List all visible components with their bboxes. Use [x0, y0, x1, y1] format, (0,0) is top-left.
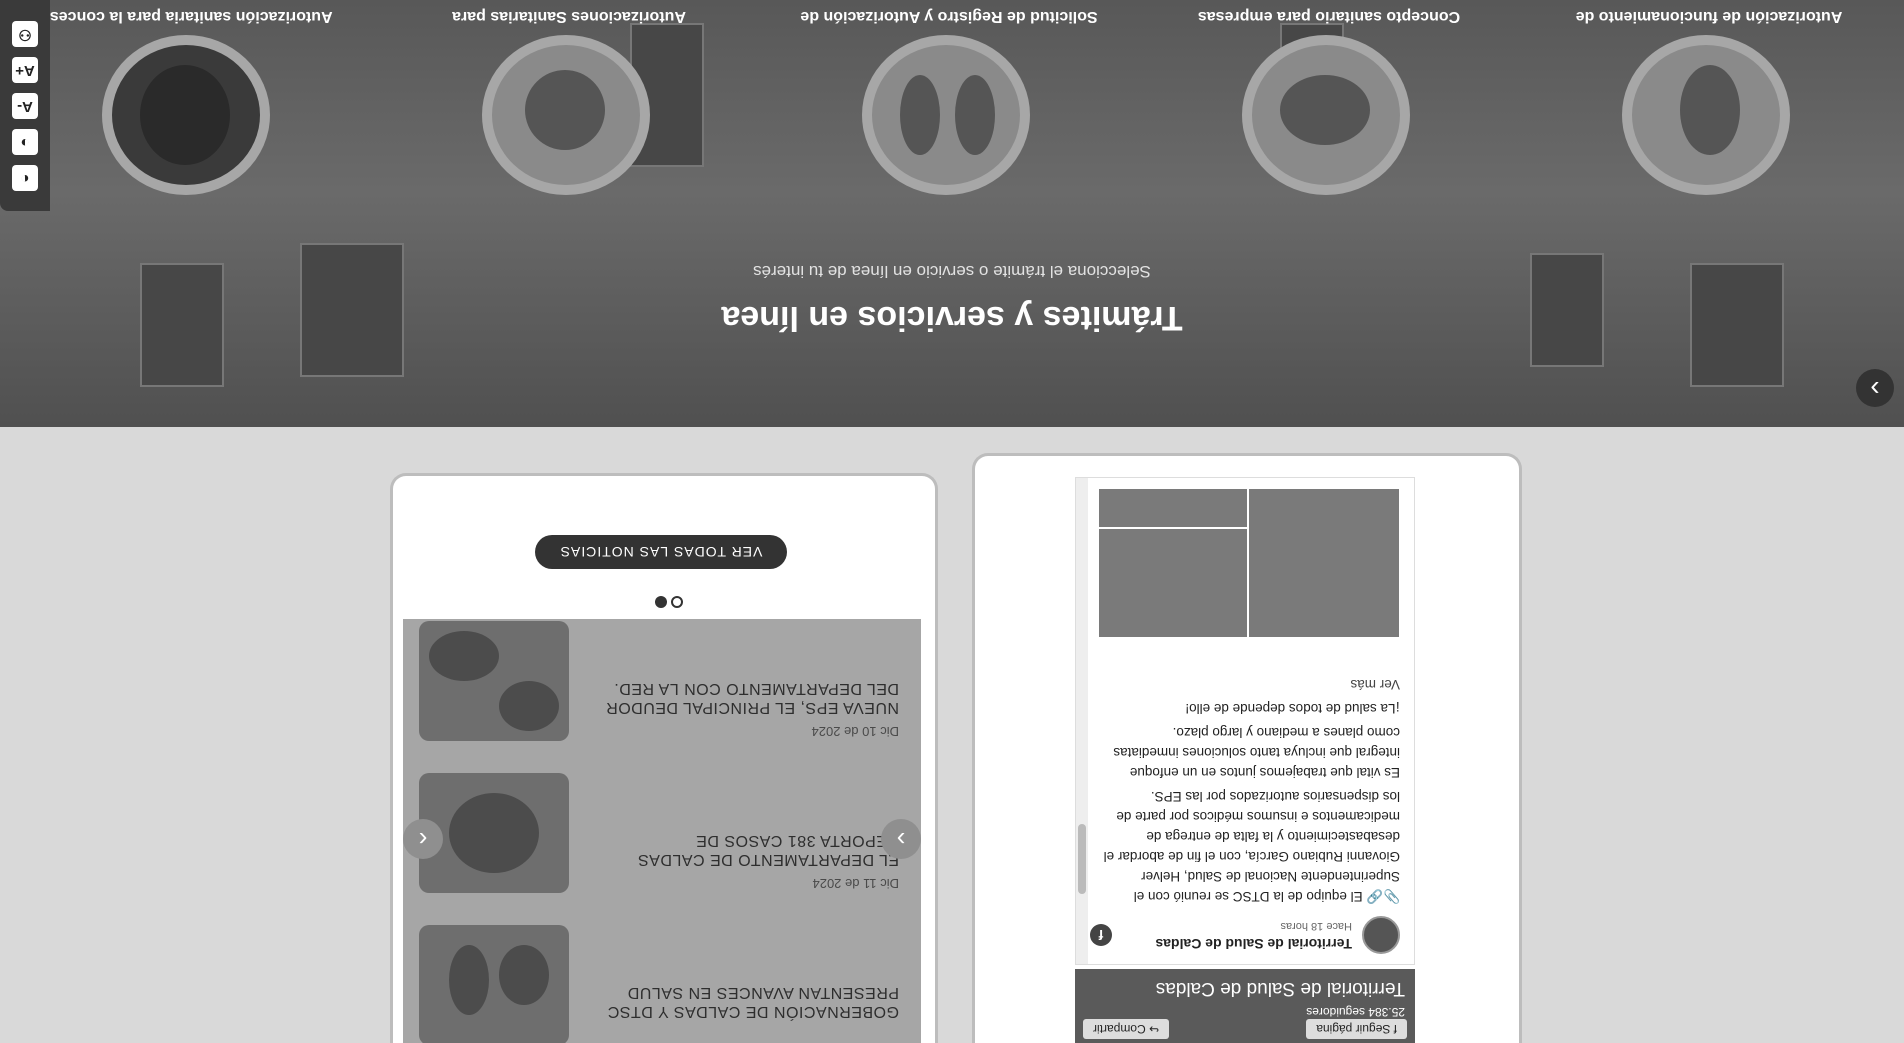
- carousel-dots: [653, 591, 685, 609]
- news-date: Dic 11 de 2024: [812, 876, 900, 891]
- post-photo[interactable]: [1248, 488, 1400, 638]
- accessibility-icon[interactable]: ⚇: [12, 21, 38, 47]
- tramite-card[interactable]: Autorización sanitaria para la concesi: [24, 0, 354, 195]
- facebook-feed[interactable]: Territorial de Salud de Caldas Hace 18 h…: [1075, 477, 1415, 965]
- feed-scrollbar[interactable]: [1076, 478, 1088, 964]
- carousel-dot[interactable]: [671, 596, 683, 608]
- facebook-panel: Territorial de Salud de Caldas 25.384 se…: [972, 453, 1522, 1043]
- follow-page-button[interactable]: f Seguir página: [1306, 1019, 1407, 1039]
- tramite-label[interactable]: Solicitud de Registro y Autorización de: [784, 7, 1114, 25]
- tramite-label[interactable]: Concepto sanitario para empresas: [1164, 7, 1494, 25]
- avatar[interactable]: [1362, 916, 1400, 954]
- news-title[interactable]: NUEVA EPS, EL PRINCIPAL DEUDOR DEL DEPAR…: [599, 679, 899, 717]
- tramite-card[interactable]: Concepto sanitario para empresas: [1164, 0, 1494, 195]
- news-thumbnail[interactable]: [419, 925, 569, 1043]
- facebook-page-name[interactable]: Territorial de Salud de Caldas: [1156, 977, 1405, 999]
- hero-subtitle: Selecciona el trámite o servicio en líne…: [753, 262, 1151, 281]
- tramite-card[interactable]: Autorización de funcionamiento de: [1544, 0, 1874, 195]
- tramite-card[interactable]: Autorizaciones Sanitarias para: [404, 0, 734, 195]
- tramite-label[interactable]: Autorización sanitaria para la concesi: [24, 7, 354, 25]
- tramite-image[interactable]: [482, 35, 650, 195]
- news-item[interactable]: EL DEPARTAMENTO DE CALDAS REPORTA 381 CA…: [403, 769, 921, 899]
- post-photos[interactable]: [1098, 488, 1400, 638]
- accessibility-toolbar: ◐ ◑ A- A+ ⚇: [0, 0, 50, 211]
- share-button[interactable]: ↪ Compartir: [1083, 1019, 1170, 1039]
- tramite-image[interactable]: [862, 35, 1030, 195]
- facebook-page-header: Territorial de Salud de Caldas 25.384 se…: [1075, 969, 1415, 1043]
- share-label: Compartir: [1093, 1022, 1146, 1036]
- tramite-label[interactable]: Autorizaciones Sanitarias para: [404, 7, 734, 25]
- post-paragraph: ¡La salud de todos depende de ello!: [1185, 701, 1400, 716]
- news-title[interactable]: GOBERNACIÓN DE CALDAS Y DTSC PRESENTAN A…: [599, 983, 899, 1021]
- news-carousel: GOBERNACIÓN DE CALDAS Y DTSC PRESENTAN A…: [403, 619, 921, 1043]
- tramite-image[interactable]: [1622, 35, 1790, 195]
- news-thumbnail[interactable]: [419, 621, 569, 741]
- font-increase-icon[interactable]: A+: [12, 57, 38, 83]
- page: GOBERNACIÓN DE CALDAS Y DTSC PRESENTAN A…: [0, 0, 1904, 1043]
- news-prev-button[interactable]: ‹: [403, 819, 443, 859]
- see-more-link[interactable]: Ver más: [1350, 677, 1400, 692]
- post-time[interactable]: Hace 18 horas: [1280, 920, 1352, 932]
- view-all-news-button[interactable]: VER TODAS LAS NOTICIAS: [535, 535, 787, 569]
- scrollbar-thumb[interactable]: [1078, 824, 1086, 894]
- carousel-dot-active[interactable]: [655, 596, 667, 608]
- news-date: Dic 10 de 2024: [811, 724, 899, 739]
- night-mode-icon[interactable]: ◑: [12, 129, 38, 155]
- share-icon: ↪: [1145, 1022, 1160, 1036]
- facebook-icon: f: [1090, 924, 1112, 946]
- tramites-next-button[interactable]: ›: [1856, 369, 1894, 407]
- news-panel: GOBERNACIÓN DE CALDAS Y DTSC PRESENTAN A…: [390, 473, 938, 1043]
- follow-label: Seguir página: [1316, 1022, 1391, 1036]
- tramite-label[interactable]: Autorización de funcionamiento de: [1544, 7, 1874, 25]
- content-area: GOBERNACIÓN DE CALDAS Y DTSC PRESENTAN A…: [0, 427, 1904, 1043]
- news-item[interactable]: GOBERNACIÓN DE CALDAS Y DTSC PRESENTAN A…: [403, 921, 921, 1043]
- tramites-hero: Trámites y servicios en línea Selecciona…: [0, 0, 1904, 427]
- news-title[interactable]: EL DEPARTAMENTO DE CALDAS REPORTA 381 CA…: [599, 831, 899, 869]
- post-text: 📎🔗 El equipo de la DTSC se reunió con el…: [1100, 674, 1400, 906]
- tramite-image[interactable]: [1242, 35, 1410, 195]
- post-paragraph: Es vital que trabajemos juntos en un enf…: [1113, 725, 1400, 780]
- post-header: Territorial de Salud de Caldas Hace 18 h…: [1090, 914, 1400, 954]
- tramite-image[interactable]: [102, 35, 270, 195]
- post-paragraph: 📎🔗 El equipo de la DTSC se reunió con el…: [1103, 789, 1400, 904]
- news-item[interactable]: NUEVA EPS, EL PRINCIPAL DEUDOR DEL DEPAR…: [403, 617, 921, 747]
- contrast-icon[interactable]: ◐: [12, 165, 38, 191]
- post-author[interactable]: Territorial de Salud de Caldas: [1155, 936, 1352, 952]
- facebook-icon: f: [1390, 1022, 1397, 1036]
- hero-title: Trámites y servicios en línea: [721, 299, 1183, 337]
- post-photo[interactable]: [1098, 528, 1248, 638]
- news-next-button[interactable]: ›: [881, 819, 921, 859]
- post-photo[interactable]: [1098, 488, 1248, 528]
- tramite-card[interactable]: Solicitud de Registro y Autorización de: [784, 0, 1114, 195]
- font-decrease-icon[interactable]: A-: [12, 93, 38, 119]
- facebook-followers: 25.384 seguidores: [1306, 1005, 1405, 1019]
